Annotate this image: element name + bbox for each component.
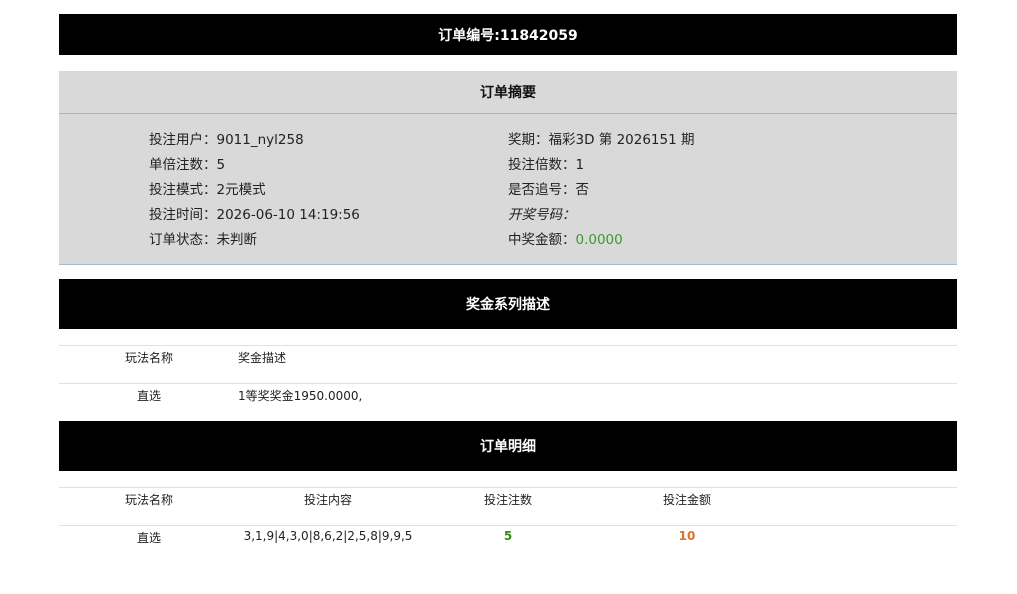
summary-bet-time: 投注时间：2026-06-10 14:19:56: [149, 203, 360, 223]
divider: [59, 345, 957, 346]
summary-order-status: 订单状态：未判断: [149, 228, 257, 248]
detail-row-content: 3,1,9|4,3,0|8,6,2|2,5,8|9,9,5: [243, 529, 413, 543]
detail-header-amount: 投注金额: [662, 493, 712, 507]
summary-label: 订单状态：: [149, 232, 217, 248]
summary-value: 否: [575, 182, 590, 198]
summary-chase: 是否追号：否: [508, 178, 589, 198]
detail-header-content: 投注内容: [303, 493, 353, 507]
summary-label: 是否追号：: [508, 182, 576, 198]
order-title-bar: 订单编号:11842059: [59, 14, 957, 55]
detail-section-title: 订单明细: [480, 439, 536, 455]
divider: [59, 487, 957, 488]
summary-label: 奖期：: [508, 132, 549, 148]
win-amount-value: 0.0000: [575, 232, 623, 248]
summary-value: 2026-06-10 14:19:56: [216, 207, 360, 223]
prize-row-desc: 1等奖奖金1950.0000,: [238, 389, 363, 403]
summary-value: 9011_nyl258: [216, 132, 304, 148]
summary-label: 投注时间：: [149, 207, 217, 223]
summary-win-amount: 中奖金额：0.0000: [508, 228, 623, 248]
summary-value: 2元模式: [216, 182, 266, 198]
summary-value: 未判断: [216, 232, 258, 248]
detail-row-amount: 10: [678, 529, 696, 543]
summary-bet-mode: 投注模式：2元模式: [149, 178, 266, 198]
summary-label: 投注模式：: [149, 182, 217, 198]
summary-title: 订单摘要: [59, 71, 957, 114]
divider: [59, 525, 957, 526]
summary-label: 投注倍数：: [508, 157, 576, 173]
detail-section-bar: 订单明细: [59, 421, 957, 471]
summary-label: 单倍注数：: [149, 157, 217, 173]
prize-header-desc: 奖金描述: [238, 351, 287, 365]
summary-value: 福彩3D 第 2026151 期: [548, 132, 695, 148]
order-title: 订单编号:11842059: [438, 27, 578, 44]
prize-row-play: 直选: [136, 389, 162, 403]
prize-section-title: 奖金系列描述: [466, 297, 550, 313]
summary-user: 投注用户：9011_nyl258: [149, 128, 304, 148]
summary-single-count: 单倍注数：5: [149, 153, 225, 173]
prize-section-bar: 奖金系列描述: [59, 279, 957, 329]
summary-value: 1: [575, 157, 585, 173]
detail-row-count: 5: [503, 529, 513, 543]
summary-multiplier: 投注倍数：1: [508, 153, 584, 173]
order-summary-panel: 订单摘要 投注用户：9011_nyl258 单倍注数：5 投注模式：2元模式 投…: [59, 71, 957, 265]
prize-header-play: 玩法名称: [124, 351, 174, 365]
detail-header-play: 玩法名称: [124, 493, 174, 507]
divider: [59, 383, 957, 384]
summary-period: 奖期：福彩3D 第 2026151 期: [508, 128, 694, 148]
summary-label: 开奖号码：: [508, 207, 576, 223]
summary-label: 投注用户：: [149, 132, 217, 148]
detail-row-play: 直选: [136, 531, 162, 545]
detail-header-count: 投注注数: [483, 493, 533, 507]
summary-label: 中奖金额：: [508, 232, 576, 248]
summary-draw-number: 开奖号码：: [508, 203, 576, 223]
summary-value: 5: [216, 157, 226, 173]
